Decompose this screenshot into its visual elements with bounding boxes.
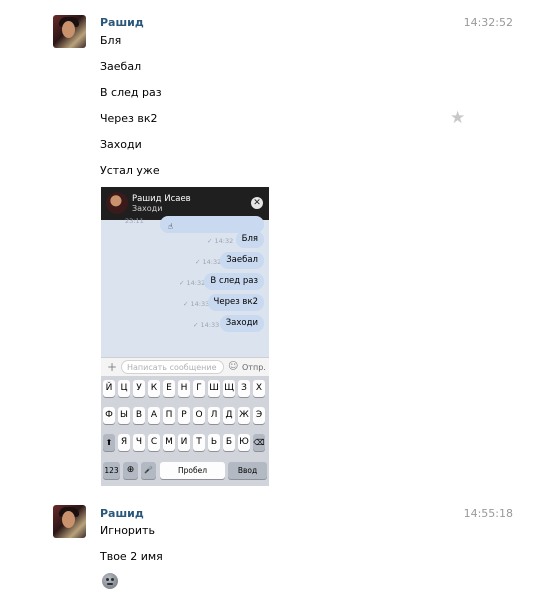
key: Е <box>163 380 175 397</box>
contact-avatar <box>106 192 128 214</box>
star-icon[interactable]: ★ <box>450 110 465 127</box>
backspace-icon: ⌫ <box>253 434 265 451</box>
chat-bubble: В след раз <box>204 273 264 290</box>
contact-name: Рашид Исаев <box>132 194 191 204</box>
contact-status: Заходи <box>132 204 163 213</box>
message-text: Заебал <box>100 60 142 73</box>
key: Г <box>193 380 205 397</box>
key: Ю <box>238 434 250 451</box>
message-text: Через вк2 <box>100 112 158 125</box>
key: А <box>148 407 160 424</box>
chat-area: ☝ 23:11 ✓ 14:32 Бля ✓ 14:32 Заебал ✓ 14:… <box>101 216 269 357</box>
globe-icon: ⊕ <box>123 462 138 479</box>
check-icon: ✓ <box>183 300 191 308</box>
message-text: Игнорить <box>100 524 155 537</box>
finger-emoji-icon: ☝ <box>168 222 173 231</box>
check-icon: ✓ <box>193 321 201 329</box>
key: Ж <box>238 407 250 424</box>
photo-attachment[interactable]: Рашид Исаев Заходи ✕ ☝ 23:11 ✓ 14:32 Бля… <box>101 187 269 486</box>
key: Я <box>118 434 130 451</box>
key: Э <box>253 407 265 424</box>
shift-icon: ⬆ <box>103 434 115 451</box>
message-text: Устал уже <box>100 164 160 177</box>
check-icon: ✓ <box>195 258 203 266</box>
chat-bubble: Бля <box>235 231 264 248</box>
plus-icon: + <box>107 360 118 374</box>
key: Ш <box>208 380 220 397</box>
keyboard: Й Ц У К Е Н Г Ш Щ З Х Ф Ы В А П Р О Л Д … <box>101 376 269 486</box>
close-icon: ✕ <box>251 197 263 209</box>
chat-bubble: Заходи <box>219 315 264 332</box>
send-button: Отпр. <box>242 363 266 372</box>
bubble-time: ✓ 14:32 <box>179 279 206 287</box>
key: Р <box>178 407 190 424</box>
enter-key: Ввод <box>228 462 267 479</box>
key: Т <box>193 434 205 451</box>
message-text: Бля <box>100 34 122 47</box>
check-icon: ✓ <box>179 279 187 287</box>
message-text: Заходи <box>100 138 142 151</box>
bubble-time: ✓ 14:32 <box>195 258 222 266</box>
key: Ф <box>103 407 115 424</box>
bubble-time: ✓ 14:33 <box>193 321 220 329</box>
key: М <box>163 434 175 451</box>
message-time[interactable]: 14:55:18 <box>464 507 513 520</box>
numbers-key: 123 <box>103 462 120 479</box>
key: О <box>193 407 205 424</box>
key: З <box>238 380 250 397</box>
message-input-bar: + Написать сообщение ☺ Отпр. <box>101 357 269 377</box>
key: Л <box>208 407 220 424</box>
space-key: Пробел <box>160 462 225 479</box>
chat-bubble: Заебал <box>220 252 264 269</box>
key: Д <box>223 407 235 424</box>
message-input: Написать сообщение <box>121 360 224 374</box>
bubble-time: ✓ 14:33 <box>183 300 210 308</box>
author-name[interactable]: Рашид <box>100 16 144 29</box>
key: Н <box>178 380 190 397</box>
message-text: В след раз <box>100 86 162 99</box>
key: К <box>148 380 160 397</box>
key: Б <box>223 434 235 451</box>
key: Ч <box>133 434 145 451</box>
microphone-icon: 🎤 <box>141 462 156 479</box>
bubble-time: 23:11 <box>125 217 144 225</box>
smile-icon: ☺ <box>228 361 239 372</box>
key: П <box>163 407 175 424</box>
key: Ц <box>118 380 130 397</box>
key: С <box>148 434 160 451</box>
key: В <box>133 407 145 424</box>
emoji-icon <box>102 573 118 589</box>
key: Ы <box>118 407 130 424</box>
key: У <box>133 380 145 397</box>
key: Щ <box>223 380 235 397</box>
bubble-time: ✓ 14:32 <box>207 237 234 245</box>
key: Ь <box>208 434 220 451</box>
key: Х <box>253 380 265 397</box>
avatar[interactable] <box>53 505 86 538</box>
message-text: Твое 2 имя <box>100 550 163 563</box>
check-icon: ✓ <box>207 237 215 245</box>
message-time[interactable]: 14:32:52 <box>464 16 513 29</box>
key: И <box>178 434 190 451</box>
key: Й <box>103 380 115 397</box>
author-name[interactable]: Рашид <box>100 507 144 520</box>
chat-bubble: Через вк2 <box>207 294 264 311</box>
avatar[interactable] <box>53 15 86 48</box>
